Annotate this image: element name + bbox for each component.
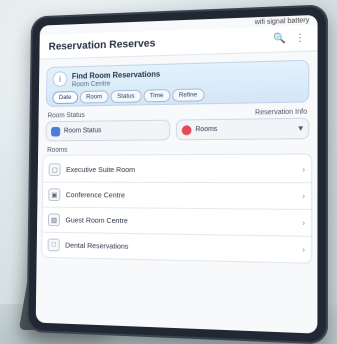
summary-top: i Find Room Reservations Room Centre [53,66,301,89]
filter-row: Date Room Status Time Refine [53,87,301,104]
info-icon: i [53,72,67,86]
app-title: Reservation Reserves [48,37,156,53]
tablet-device: wifi signal battery Reservation Reserves… [26,4,328,344]
summary-card: i Find Room Reservations Room Centre Dat… [45,59,310,107]
filter-chip-room[interactable]: Room [80,91,108,103]
conference-icon: ▣ [48,188,61,201]
more-icon[interactable]: ⋮ [293,31,307,46]
chevron-down-icon: ▾ [298,122,304,134]
list-item-label: Conference Centre [65,190,125,200]
rooms-select-label: Rooms [195,125,218,134]
chevron-right-icon: › [302,191,306,201]
room-status-icon [51,126,61,137]
rooms-list: ▢ Executive Suite Room › ▣ Conference Ce… [42,154,312,263]
section-reservation-info-label: Reservation Info [255,108,308,117]
section-room-status-label: Room Status [47,112,85,120]
search-icon[interactable]: 🔍 [272,32,286,47]
tablet-screen: wifi signal battery Reservation Reserves… [35,14,318,334]
chevron-right-icon: › [302,218,305,228]
chevron-right-icon: › [302,244,305,255]
guestroom-icon: ▧ [47,213,61,227]
list-item-label: Guest Room Centre [65,215,128,226]
room-status-select[interactable]: Room Status [45,119,171,142]
filter-chip-refine[interactable]: Refine [172,89,204,101]
list-item-executive-suite-room[interactable]: ▢ Executive Suite Room › [43,156,312,184]
list-item-label: Executive Suite Room [66,165,136,174]
summary-texts: Find Room Reservations Room Centre [72,70,161,89]
status-icons: wifi signal battery [254,16,310,26]
rooms-select[interactable]: Rooms ▾ [175,117,310,141]
chevron-right-icon: › [302,164,306,175]
rooms-status-icon [181,124,192,135]
reservation-icon: □ [47,238,60,252]
filter-chip-date[interactable]: Date [53,92,77,104]
room-icon: ▢ [48,163,61,176]
list-item-conference-centre[interactable]: ▣ Conference Centre › [42,182,312,211]
scene: wifi signal battery Reservation Reserves… [0,0,337,344]
filter-chip-status[interactable]: Status [111,90,141,102]
filter-chip-time[interactable]: Time [143,90,170,102]
list-item-dental-reservations[interactable]: □ Dental Reservations › [42,233,311,263]
room-status-label: Room Status [63,127,102,135]
summary-subtitle: Room Centre [71,80,111,89]
rooms-section-label: Rooms [47,146,68,154]
select-row: Room Status Rooms ▾ [45,117,310,142]
list-item-label: Dental Reservations [65,240,129,251]
